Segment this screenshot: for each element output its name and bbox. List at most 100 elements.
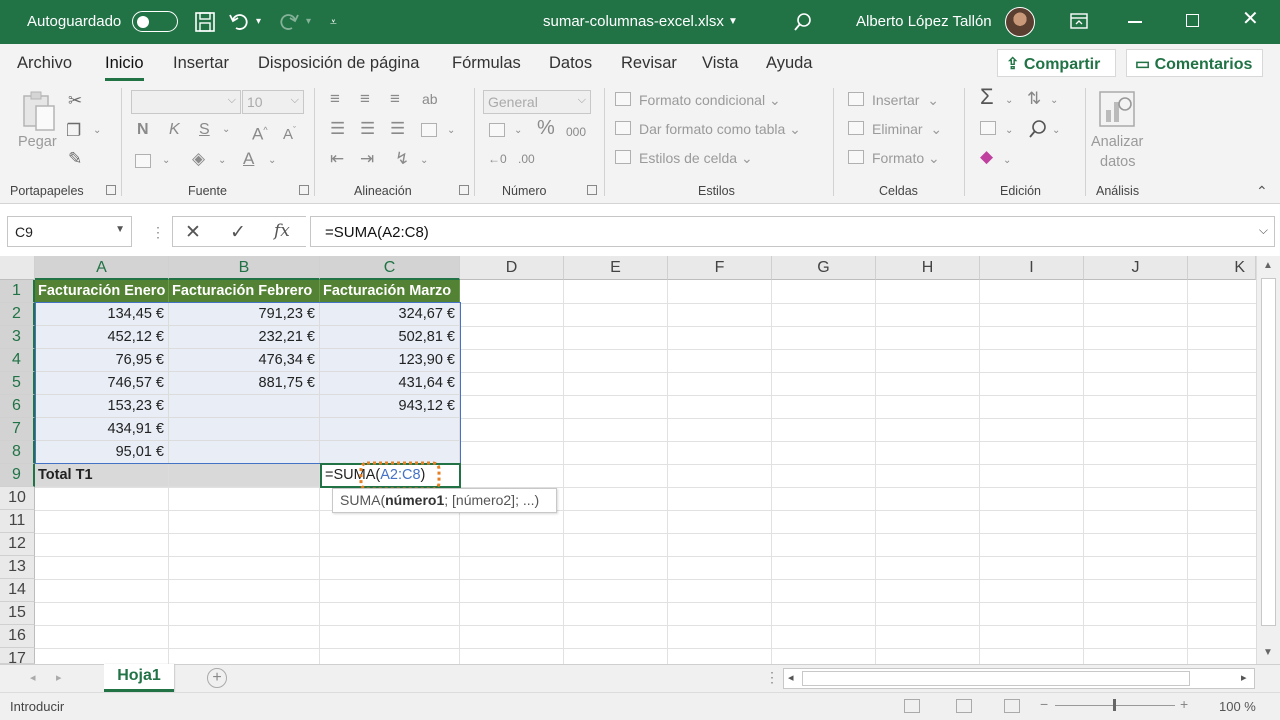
alignment-launcher-icon[interactable] — [459, 185, 469, 195]
align-top-icon[interactable]: ≡ — [330, 90, 340, 108]
analyze-data-label-2[interactable]: datos — [1100, 154, 1135, 170]
add-sheet-icon[interactable]: + — [207, 668, 227, 688]
decrease-indent-icon[interactable]: ⇤ — [330, 150, 344, 168]
delete-cells-button[interactable]: Eliminar ⌄ — [872, 121, 942, 138]
autosum-icon[interactable]: Σ — [980, 86, 994, 108]
formula-input[interactable]: =SUMA(A2:C8) ⌵ — [310, 216, 1275, 247]
number-launcher-icon[interactable] — [587, 185, 597, 195]
format-cells-button[interactable]: Formato ⌄ — [872, 150, 940, 167]
maximize-icon[interactable] — [1186, 14, 1199, 27]
row-header[interactable]: 7 — [0, 418, 35, 441]
table-header-cell[interactable]: Facturación Febrero — [169, 280, 320, 303]
align-left-icon[interactable]: ☰ — [330, 120, 345, 138]
align-right-icon[interactable]: ☰ — [390, 120, 405, 138]
column-header[interactable]: D — [460, 256, 564, 280]
decrease-decimal-icon[interactable]: .00 — [518, 150, 535, 168]
copy-icon[interactable]: ❐ — [66, 122, 81, 140]
row-header[interactable]: 4 — [0, 349, 35, 372]
borders-dropdown-icon[interactable]: ⌄ — [162, 152, 170, 170]
align-bottom-icon[interactable]: ≡ — [390, 90, 400, 108]
comments-button[interactable]: ▭ Comentarios — [1126, 49, 1263, 77]
row-header[interactable]: 10 — [0, 487, 35, 510]
undo-dropdown-icon[interactable]: ▾ — [256, 12, 261, 32]
format-as-table-button[interactable]: Dar formato como tabla ⌄ — [639, 121, 801, 138]
function-tooltip[interactable]: SUMA(número1; [número2]; ...) — [332, 488, 557, 513]
page-break-view-icon[interactable] — [1004, 699, 1020, 713]
increase-font-icon[interactable]: A^ — [252, 121, 268, 144]
row-header[interactable]: 12 — [0, 533, 35, 556]
expand-formula-icon[interactable]: ⌵ — [1259, 223, 1268, 238]
share-button[interactable]: ⇪ Compartir — [997, 49, 1116, 77]
column-header[interactable]: A — [35, 256, 169, 280]
tab-disposicion[interactable]: Disposición de página — [258, 54, 419, 73]
sheet-tab-hoja1[interactable]: Hoja1 — [104, 664, 174, 692]
redo-icon[interactable] — [278, 11, 300, 33]
tab-datos[interactable]: Datos — [549, 54, 592, 73]
percent-button[interactable]: % — [537, 118, 555, 138]
font-color-dropdown-icon[interactable]: ⌄ — [268, 152, 276, 170]
font-name-combo[interactable]: ⌵ — [131, 90, 241, 114]
column-header[interactable]: H — [876, 256, 980, 280]
clear-icon[interactable]: ◆ — [980, 148, 993, 166]
underline-button[interactable]: S — [199, 121, 210, 139]
cut-icon[interactable]: ✂ — [68, 92, 82, 110]
filename-dropdown-icon[interactable]: ▼ — [728, 12, 738, 32]
column-header[interactable]: I — [980, 256, 1084, 280]
analyze-data-icon[interactable] — [1098, 90, 1138, 130]
table-cell[interactable] — [169, 464, 320, 487]
clear-dropdown-icon[interactable]: ⌄ — [1003, 152, 1011, 170]
user-name[interactable]: Alberto López Tallón — [856, 13, 992, 30]
select-all-corner[interactable] — [0, 256, 35, 280]
scroll-right-icon[interactable]: ▸ — [1241, 671, 1247, 684]
column-header[interactable]: F — [668, 256, 772, 280]
number-format-combo[interactable]: General ⌵ — [483, 90, 591, 114]
wrap-text-icon[interactable]: ↯ — [395, 150, 409, 168]
row-header[interactable]: 3 — [0, 326, 35, 349]
column-header[interactable]: G — [772, 256, 876, 280]
bold-button[interactable]: N — [137, 121, 149, 139]
insert-cells-button[interactable]: Insertar ⌄ — [872, 92, 939, 109]
align-center-icon[interactable]: ☰ — [360, 120, 375, 138]
cancel-icon[interactable]: ✕ — [185, 221, 201, 244]
find-icon[interactable] — [1027, 118, 1049, 140]
name-box[interactable]: C9 ▼ — [7, 216, 132, 247]
orientation-icon[interactable]: ab — [422, 90, 438, 108]
more-options-icon[interactable]: ⋮ — [765, 669, 779, 686]
zoom-in-icon[interactable]: + — [1180, 696, 1188, 712]
row-header[interactable]: 2 — [0, 303, 35, 326]
row-header[interactable]: 5 — [0, 372, 35, 395]
total-label-cell[interactable]: Total T1 — [35, 464, 169, 487]
row-header[interactable]: 6 — [0, 395, 35, 418]
row-header[interactable]: 1 — [0, 280, 35, 303]
column-header[interactable]: J — [1084, 256, 1188, 280]
horizontal-scrollbar[interactable]: ◂ ▸ — [783, 668, 1255, 689]
increase-decimal-icon[interactable]: ←0 — [488, 150, 507, 168]
zoom-slider-thumb[interactable] — [1113, 699, 1116, 711]
avatar[interactable] — [1005, 7, 1035, 37]
currency-icon[interactable] — [489, 123, 505, 137]
row-header[interactable]: 13 — [0, 556, 35, 579]
thousands-button[interactable]: 000 — [566, 123, 586, 141]
row-header[interactable]: 11 — [0, 510, 35, 533]
row-header[interactable]: 8 — [0, 441, 35, 464]
insert-function-icon[interactable]: fx — [274, 221, 290, 241]
prev-sheet-icon[interactable]: ◂ — [30, 671, 36, 684]
autosum-dropdown-icon[interactable]: ⌄ — [1005, 92, 1013, 110]
font-color-icon[interactable]: A — [243, 150, 254, 168]
collapse-ribbon-icon[interactable]: ⌃ — [1256, 182, 1268, 200]
minimize-icon[interactable] — [1128, 21, 1142, 23]
row-header[interactable]: 14 — [0, 579, 35, 602]
table-header-cell[interactable]: Facturación Enero — [35, 280, 169, 303]
tab-inicio[interactable]: Inicio — [105, 54, 144, 81]
zoom-out-icon[interactable]: − — [1040, 696, 1048, 712]
customize-toolbar-icon[interactable]: ⩡ — [330, 12, 337, 32]
format-painter-icon[interactable]: ✎ — [68, 150, 82, 168]
fill-dropdown-icon[interactable]: ⌄ — [218, 152, 226, 170]
font-launcher-icon[interactable] — [299, 185, 309, 195]
next-sheet-icon[interactable]: ▸ — [56, 671, 62, 684]
row-header[interactable]: 15 — [0, 602, 35, 625]
scroll-left-icon[interactable]: ◂ — [788, 671, 794, 684]
row-header[interactable]: 9 — [0, 464, 35, 487]
column-header[interactable]: E — [564, 256, 668, 280]
search-icon[interactable] — [792, 11, 814, 33]
